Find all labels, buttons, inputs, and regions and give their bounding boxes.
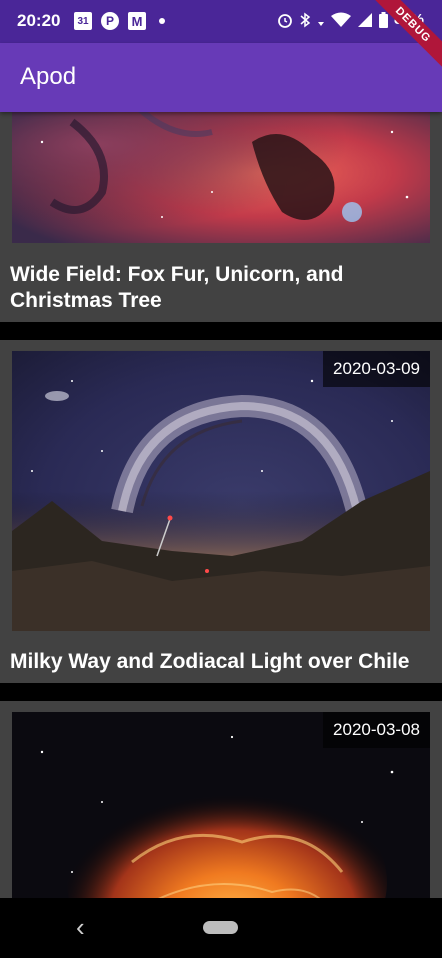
home-pill-icon[interactable] <box>203 921 238 934</box>
apod-image: 2020-03-08 <box>12 712 430 898</box>
apod-title: Milky Way and Zodiacal Light over Chile <box>10 650 410 673</box>
notification-icons: 31 P M <box>74 12 165 30</box>
data-arrows-icon <box>317 21 324 26</box>
calendar-icon: 31 <box>74 12 92 30</box>
apod-card[interactable]: 2020-03-08 <box>0 701 442 898</box>
battery-icon <box>378 11 388 28</box>
alarm-icon <box>278 13 292 28</box>
app-bar: Apod <box>0 43 442 112</box>
wifi-icon <box>330 12 351 27</box>
date-badge: 2020-03-08 <box>323 712 430 748</box>
apod-card[interactable]: Wide Field: Fox Fur, Unicorn, and Christ… <box>0 112 442 322</box>
pinterest-icon: P <box>101 12 119 30</box>
apod-image <box>12 112 430 243</box>
apod-list[interactable]: Wide Field: Fox Fur, Unicorn, and Christ… <box>0 112 442 898</box>
cell-signal-icon <box>357 12 372 27</box>
apod-title: Wide Field: Fox Fur, Unicorn, and Christ… <box>10 263 344 312</box>
status-bar: 20:20 31 P M 83% DEBUG <box>0 0 442 71</box>
more-notifications-dot-icon <box>159 18 165 24</box>
gmail-icon: M <box>128 12 146 30</box>
status-time: 20:20 <box>17 11 61 30</box>
date-badge: 2020-03-09 <box>323 351 430 387</box>
bluetooth-icon <box>300 12 311 27</box>
back-icon[interactable]: ‹ <box>76 912 85 943</box>
apod-card[interactable]: 2020-03-09 Milky Way and Zodiacal Light … <box>0 340 442 683</box>
app-title: Apod <box>20 63 77 90</box>
apod-image: 2020-03-09 <box>12 351 430 631</box>
navigation-bar: ‹ <box>0 898 442 958</box>
